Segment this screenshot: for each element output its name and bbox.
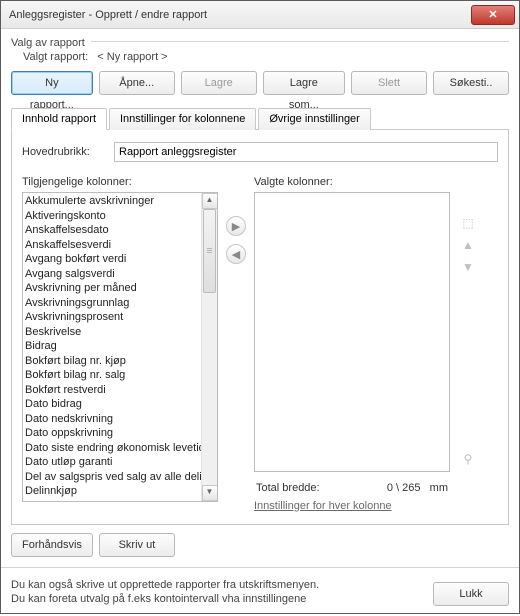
lagre-som-button[interactable]: Lagre som... bbox=[263, 71, 345, 95]
window-title: Anleggsregister - Opprett / endre rappor… bbox=[9, 9, 471, 21]
tab-content: Hovedrubrikk: Tilgjengelige kolonner: Ak… bbox=[11, 130, 509, 525]
tab-innhold-rapport[interactable]: Innhold rapport bbox=[11, 108, 107, 130]
available-columns-listbox[interactable]: Akkumulerte avskrivningerAktiveringskont… bbox=[22, 192, 218, 502]
selected-columns-label: Valgte kolonner: bbox=[254, 176, 450, 188]
titlebar: Anleggsregister - Opprett / endre rappor… bbox=[1, 1, 519, 29]
scrollbar[interactable]: ▲ ▼ bbox=[201, 193, 217, 501]
list-item[interactable]: Anskaffelsesdato bbox=[25, 223, 199, 238]
list-item[interactable]: Aktiveringskonto bbox=[25, 209, 199, 224]
scroll-thumb[interactable] bbox=[203, 209, 216, 293]
sokesti-button[interactable]: Søkesti.. bbox=[433, 71, 509, 95]
tab-strip: Innhold rapport Innstillinger for kolonn… bbox=[11, 107, 509, 130]
list-item[interactable]: Bokført bilag nr. salg bbox=[25, 368, 199, 383]
list-item[interactable]: Delinnkjøp bbox=[25, 484, 199, 499]
list-item[interactable]: Dato nedskrivning bbox=[25, 412, 199, 427]
preview-print-row: Forhåndsvis Skriv ut bbox=[11, 525, 509, 557]
apne-button[interactable]: Åpne... bbox=[99, 71, 175, 95]
skrivut-button[interactable]: Skriv ut bbox=[99, 533, 175, 557]
footer-line1: Du kan også skrive ut opprettede rapport… bbox=[11, 578, 423, 592]
list-item[interactable]: Bokført bilag nr. kjøp bbox=[25, 354, 199, 369]
lagre-button[interactable]: Lagre bbox=[181, 71, 257, 95]
list-item[interactable]: Avgang bokført verdi bbox=[25, 252, 199, 267]
list-item[interactable]: Dato oppskrivning bbox=[25, 426, 199, 441]
scroll-down-button[interactable]: ▼ bbox=[202, 485, 218, 501]
tab-ovrige-innstillinger[interactable]: Øvrige innstillinger bbox=[258, 108, 370, 130]
scroll-track[interactable] bbox=[202, 209, 217, 485]
hovedrubrikk-label: Hovedrubrikk: bbox=[22, 146, 114, 158]
move-buttons: ▶ ◀ bbox=[224, 176, 248, 512]
scroll-up-button[interactable]: ▲ bbox=[202, 193, 218, 209]
list-item[interactable]: Etter oppskrivning/bidrag bbox=[25, 499, 199, 502]
list-item[interactable]: Beskrivelse bbox=[25, 325, 199, 340]
valgt-rapport-value: < Ny rapport > bbox=[97, 51, 167, 63]
selected-columns-listbox[interactable] bbox=[254, 192, 450, 472]
list-item[interactable]: Avskrivningsprosent bbox=[25, 310, 199, 325]
list-item[interactable]: Avskrivningsgrunnlag bbox=[25, 296, 199, 311]
chevron-right-icon: ▶ bbox=[232, 220, 240, 233]
tab-innstillinger-kolonnene[interactable]: Innstillinger for kolonnene bbox=[109, 108, 256, 130]
total-bredde-value: 0 \ 265 bbox=[387, 482, 421, 494]
list-item[interactable]: Dato utløp garanti bbox=[25, 455, 199, 470]
add-column-button[interactable]: ▶ bbox=[226, 216, 246, 236]
hovedrubrikk-input[interactable] bbox=[114, 142, 498, 162]
list-item[interactable]: Anskaffelsesverdi bbox=[25, 238, 199, 253]
remove-column-button[interactable]: ◀ bbox=[226, 244, 246, 264]
total-bredde-label: Total bredde: bbox=[256, 482, 320, 494]
valgt-rapport-label: Valgt rapport: bbox=[23, 51, 88, 63]
total-bredde-unit: mm bbox=[430, 482, 448, 494]
forhandsvis-button[interactable]: Forhåndsvis bbox=[11, 533, 93, 557]
list-item[interactable]: Dato bidrag bbox=[25, 397, 199, 412]
anchor-icon[interactable]: ⚲ bbox=[459, 452, 477, 466]
footer-line2: Du kan foreta utvalg på f.eks kontointer… bbox=[11, 592, 423, 606]
list-item[interactable]: Avskrivning per måned bbox=[25, 281, 199, 296]
list-item[interactable]: Bokført restverdi bbox=[25, 383, 199, 398]
list-item[interactable]: Bidrag bbox=[25, 339, 199, 354]
innstillinger-kolonne-link[interactable]: Innstillinger for hver kolonne bbox=[254, 500, 450, 512]
close-icon: ✕ bbox=[488, 8, 497, 21]
list-item[interactable]: Del av salgspris ved salg av alle delinn bbox=[25, 470, 199, 485]
valg-av-rapport-group: Valg av rapport Valgt rapport: < Ny rapp… bbox=[11, 37, 509, 101]
move-up-icon[interactable]: ▲ bbox=[459, 238, 477, 252]
order-buttons: ⬚ ▲ ▼ ⚲ bbox=[456, 176, 480, 512]
list-item[interactable]: Akkumulerte avskrivninger bbox=[25, 194, 199, 209]
list-item[interactable]: Dato siste endring økonomisk levetid bbox=[25, 441, 199, 456]
slett-button[interactable]: Slett bbox=[351, 71, 427, 95]
move-top-icon[interactable]: ⬚ bbox=[459, 216, 477, 230]
valg-legend: Valg av rapport bbox=[11, 37, 91, 49]
lukk-button[interactable]: Lukk bbox=[433, 582, 509, 606]
close-button[interactable]: ✕ bbox=[471, 5, 515, 25]
footer: Du kan også skrive ut opprettede rapport… bbox=[1, 567, 519, 616]
move-down-icon[interactable]: ▼ bbox=[459, 260, 477, 274]
report-buttons: Ny rapport... Åpne... Lagre Lagre som...… bbox=[11, 71, 509, 101]
ny-rapport-button[interactable]: Ny rapport... bbox=[11, 71, 93, 95]
available-columns-label: Tilgjengelige kolonner: bbox=[22, 176, 218, 188]
list-item[interactable]: Avgang salgsverdi bbox=[25, 267, 199, 282]
chevron-left-icon: ◀ bbox=[232, 248, 240, 261]
